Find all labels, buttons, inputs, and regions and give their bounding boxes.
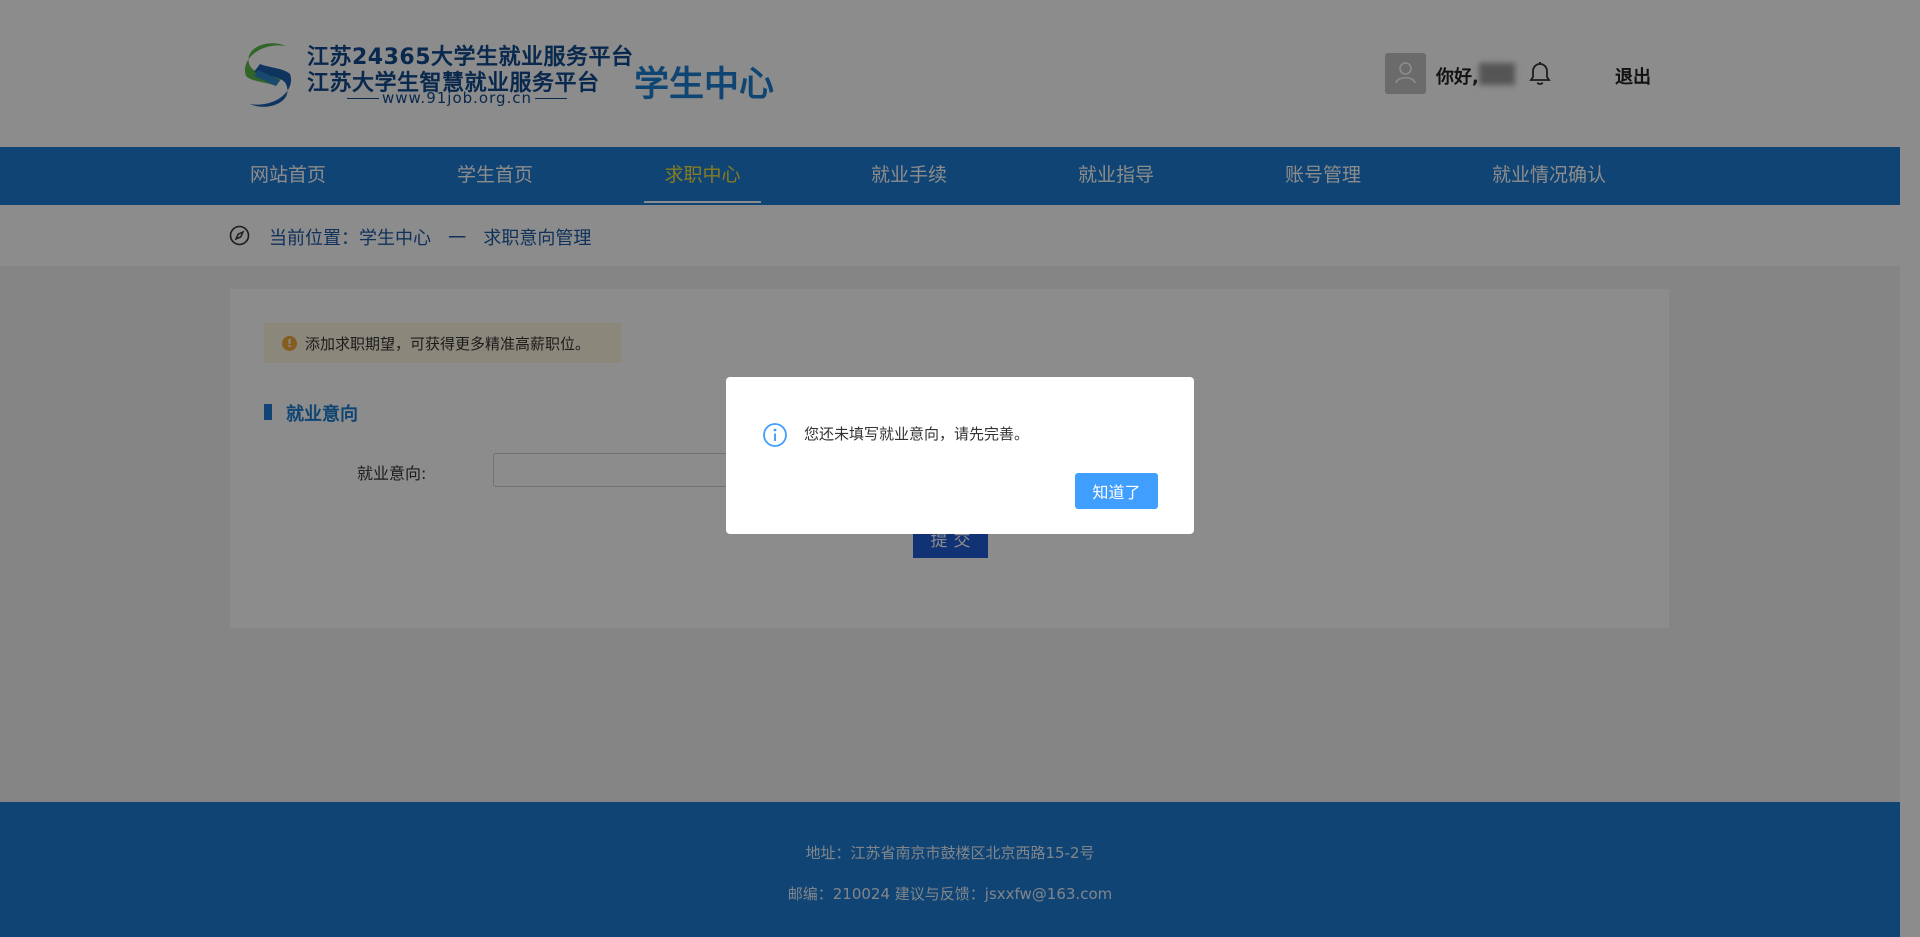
dialog-message: 您还未填写就业意向，请先完善。: [804, 425, 1030, 443]
dialog-confirm-button[interactable]: 知道了: [1075, 473, 1158, 509]
info-icon: [763, 423, 787, 447]
alert-dialog: 您还未填写就业意向，请先完善。 知道了: [726, 377, 1194, 534]
